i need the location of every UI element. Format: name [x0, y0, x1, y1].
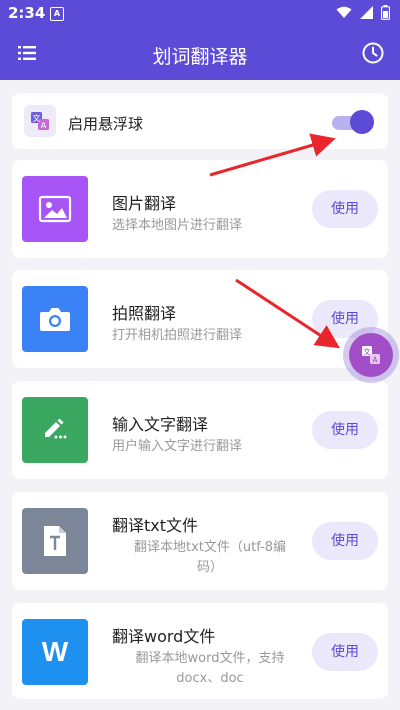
annotation-arrows — [209, 133, 341, 349]
annotation-arrow — [209, 133, 336, 177]
annotation-arrow — [235, 278, 341, 349]
